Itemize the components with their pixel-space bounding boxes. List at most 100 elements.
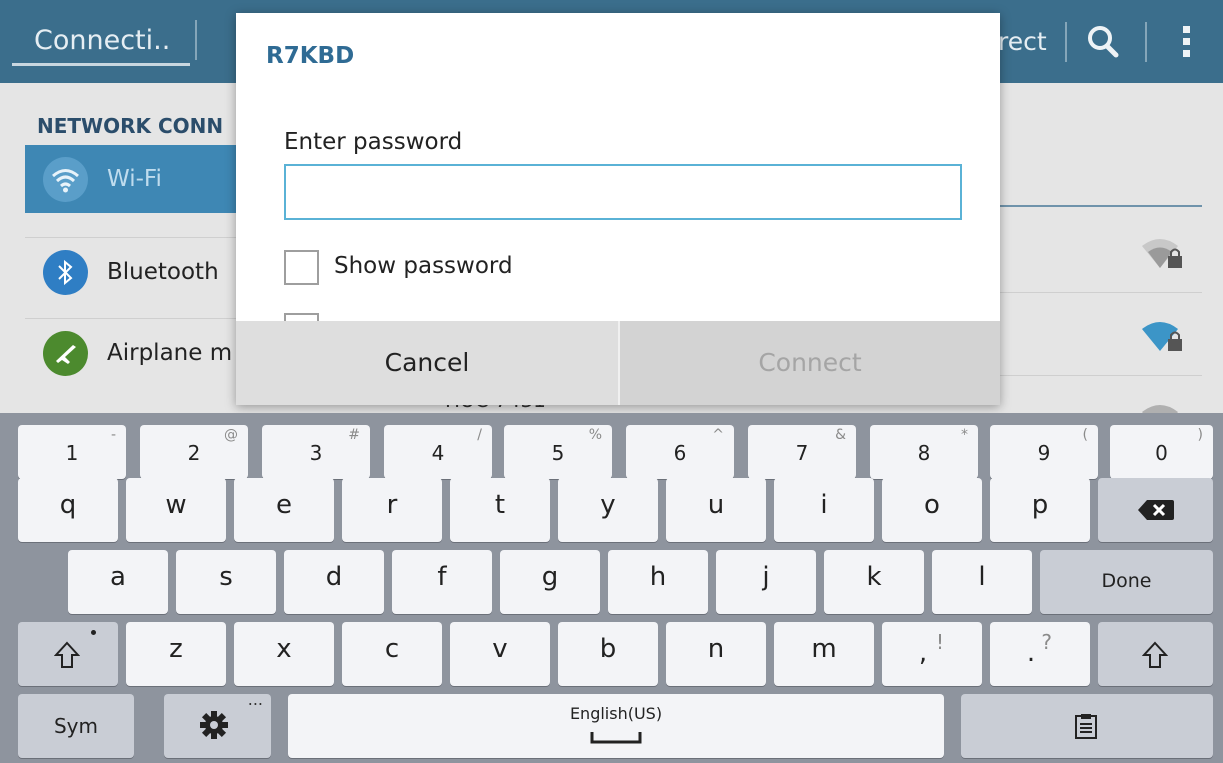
key-hint: * bbox=[961, 427, 968, 443]
divider bbox=[1065, 22, 1067, 62]
gear-icon bbox=[200, 711, 228, 739]
key-label: . bbox=[1026, 638, 1036, 668]
shift-key-right[interactable] bbox=[1098, 622, 1213, 686]
key-1[interactable]: 1- bbox=[18, 425, 126, 479]
key-label: q bbox=[59, 490, 77, 520]
key-label: n bbox=[707, 634, 725, 664]
key-label: Sym bbox=[53, 714, 98, 738]
show-password-label[interactable]: Show password bbox=[334, 253, 513, 279]
sidebar-item-label: Bluetooth bbox=[107, 259, 219, 285]
key-x[interactable]: x bbox=[234, 622, 334, 686]
key-r[interactable]: r bbox=[342, 478, 442, 542]
done-key[interactable]: Done bbox=[1040, 550, 1213, 614]
key-s[interactable]: s bbox=[176, 550, 276, 614]
key-y[interactable]: y bbox=[558, 478, 658, 542]
key-label: k bbox=[866, 562, 882, 592]
key-hint: / bbox=[477, 427, 482, 443]
key-label: Done bbox=[1101, 570, 1152, 592]
topbar-partial-label[interactable]: rect bbox=[998, 22, 1047, 62]
key-w[interactable]: w bbox=[126, 478, 226, 542]
key-label: e bbox=[276, 490, 292, 520]
key-hint: ! bbox=[935, 630, 944, 654]
key-hint: ^ bbox=[712, 427, 724, 443]
key-label: t bbox=[494, 490, 506, 520]
clipboard-key[interactable] bbox=[961, 694, 1213, 758]
key-hint: ... bbox=[247, 690, 263, 709]
key-label: p bbox=[1031, 490, 1049, 520]
key-label: 4 bbox=[431, 441, 445, 465]
key-label: o bbox=[924, 490, 940, 520]
key-e[interactable]: e bbox=[234, 478, 334, 542]
space-key[interactable]: English(US) bbox=[288, 694, 944, 758]
space-bar-icon bbox=[590, 732, 642, 744]
key-hint: # bbox=[348, 427, 360, 443]
key-5[interactable]: 5% bbox=[504, 425, 612, 479]
password-label: Enter password bbox=[284, 129, 463, 155]
key-label: j bbox=[762, 562, 770, 592]
key-label: z bbox=[169, 634, 183, 664]
more-vert-icon[interactable] bbox=[1172, 18, 1202, 66]
password-input[interactable] bbox=[284, 164, 962, 220]
sym-key[interactable]: Sym bbox=[18, 694, 134, 758]
key-l[interactable]: l bbox=[932, 550, 1032, 614]
key-k[interactable]: k bbox=[824, 550, 924, 614]
key-j[interactable]: j bbox=[716, 550, 816, 614]
key-z[interactable]: z bbox=[126, 622, 226, 686]
key-label: v bbox=[492, 634, 508, 664]
key-c[interactable]: c bbox=[342, 622, 442, 686]
show-password-checkbox[interactable] bbox=[284, 250, 319, 285]
connect-button[interactable]: Connect bbox=[620, 321, 1000, 405]
key-label: g bbox=[541, 562, 559, 592]
key-q[interactable]: q bbox=[18, 478, 118, 542]
sidebar-item-label: Airplane m bbox=[107, 340, 233, 366]
key-m[interactable]: m bbox=[774, 622, 874, 686]
key-hint: - bbox=[110, 427, 116, 443]
key-9[interactable]: 9( bbox=[990, 425, 1098, 479]
key-h[interactable]: h bbox=[608, 550, 708, 614]
key-7[interactable]: 7 & bbox=[748, 425, 856, 479]
key-g[interactable]: g bbox=[500, 550, 600, 614]
caps-indicator bbox=[91, 630, 96, 635]
key-a[interactable]: a bbox=[68, 550, 168, 614]
key-label: u bbox=[707, 490, 725, 520]
key-d[interactable]: d bbox=[284, 550, 384, 614]
key-hint: @ bbox=[224, 427, 238, 443]
cancel-button[interactable]: Cancel bbox=[236, 321, 618, 405]
key-hint: ) bbox=[1197, 427, 1203, 443]
search-icon[interactable] bbox=[1082, 18, 1126, 66]
key-3[interactable]: 3 # bbox=[262, 425, 370, 479]
key-f[interactable]: f bbox=[392, 550, 492, 614]
key-2[interactable]: 2 @ bbox=[140, 425, 248, 479]
key-o[interactable]: o bbox=[882, 478, 982, 542]
key-period[interactable]: .? bbox=[990, 622, 1090, 686]
key-label: 6 bbox=[673, 441, 687, 465]
shift-key-left[interactable] bbox=[18, 622, 118, 686]
key-v[interactable]: v bbox=[450, 622, 550, 686]
key-4[interactable]: 4/ bbox=[384, 425, 492, 479]
key-u[interactable]: u bbox=[666, 478, 766, 542]
key-label: , bbox=[918, 638, 928, 668]
key-label: h bbox=[649, 562, 667, 592]
key-hint: ? bbox=[1041, 630, 1052, 654]
backspace-key[interactable] bbox=[1098, 478, 1213, 542]
keyboard-settings-key[interactable]: ... bbox=[164, 690, 271, 758]
wifi-secured-icon bbox=[1140, 398, 1186, 413]
divider bbox=[1145, 22, 1147, 62]
key-n[interactable]: n bbox=[666, 622, 766, 686]
tab-connections[interactable]: Connecti.. bbox=[12, 14, 190, 66]
key-t[interactable]: t bbox=[450, 478, 550, 542]
key-label: a bbox=[110, 562, 126, 592]
key-6[interactable]: 6 ^ bbox=[626, 425, 734, 479]
key-8[interactable]: 8 * bbox=[870, 425, 978, 479]
key-label: 7 bbox=[795, 441, 809, 465]
key-label: y bbox=[600, 490, 616, 520]
key-hint: % bbox=[588, 427, 602, 443]
bluetooth-icon bbox=[43, 250, 88, 295]
key-label: c bbox=[384, 634, 400, 664]
key-hint: & bbox=[835, 427, 846, 443]
key-0[interactable]: 0) bbox=[1110, 425, 1213, 479]
key-b[interactable]: b bbox=[558, 622, 658, 686]
key-comma[interactable]: ,! bbox=[882, 622, 982, 686]
key-i[interactable]: i bbox=[774, 478, 874, 542]
key-p[interactable]: p bbox=[990, 478, 1090, 542]
